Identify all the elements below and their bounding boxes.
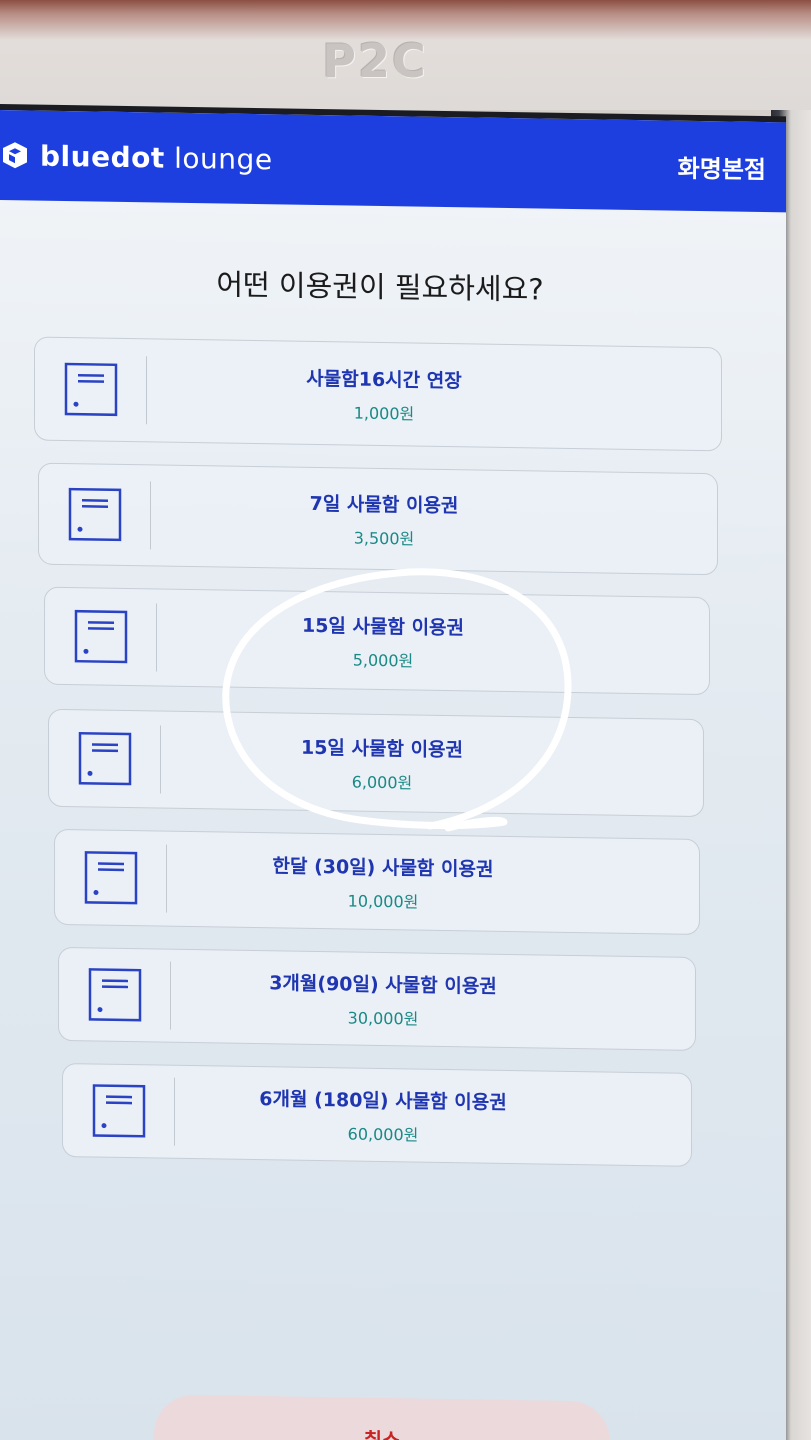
- ticket-option[interactable]: 15일 사물함 이용권 5,000원: [44, 586, 710, 696]
- device-brand-mark: P2C: [322, 34, 428, 88]
- ticket-option-title: 15일 사물함 이용권: [301, 614, 465, 639]
- locker-icon: [68, 487, 121, 542]
- ticket-option-text: 15일 사물함 이용권 6,000원: [161, 730, 703, 798]
- locker-icon: [64, 362, 117, 417]
- ticket-option[interactable]: 7일 사물함 이용권 3,500원: [38, 462, 718, 576]
- ticket-option-title: 15일 사물함 이용권: [300, 736, 464, 761]
- ticket-option[interactable]: 6개월 (180일) 사물함 이용권 60,000원: [62, 1062, 692, 1167]
- ticket-option-price: 30,000원: [347, 1007, 419, 1029]
- kiosk-screen: bluedot lounge 화명본점 어떤 이용권이 필요하세요? 사물함16…: [0, 104, 786, 1440]
- locker-icon: [78, 731, 131, 786]
- ticket-option[interactable]: 15일 사물함 이용권 6,000원: [48, 708, 704, 818]
- ticket-option-text: 7일 사물함 이용권 3,500원: [151, 486, 717, 554]
- locker-icon: [92, 1084, 145, 1138]
- ticket-option-text: 15일 사물함 이용권 5,000원: [157, 608, 709, 676]
- ticket-option-icon-wrap: [39, 479, 151, 550]
- ticket-option-icon-wrap: [35, 354, 147, 425]
- ticket-option-title: 한달 (30일) 사물함 이용권: [272, 854, 494, 881]
- ticket-option-price: 5,000원: [352, 650, 414, 670]
- ticket-option[interactable]: 사물함16시간 연장 1,000원: [34, 336, 722, 452]
- ticket-option-title: 3개월(90일) 사물함 이용권: [269, 971, 497, 998]
- ticket-option[interactable]: 3개월(90일) 사물함 이용권 30,000원: [58, 946, 696, 1051]
- ticket-option-price: 3,500원: [353, 528, 415, 549]
- ticket-option-icon-wrap: [49, 723, 161, 794]
- ticket-option-title: 7일 사물함 이용권: [309, 492, 459, 517]
- ticket-option-icon-wrap: [55, 842, 167, 913]
- ticket-option[interactable]: 한달 (30일) 사물함 이용권 10,000원: [54, 828, 700, 935]
- ticket-option-icon-wrap: [59, 959, 171, 1030]
- ticket-option-text: 6개월 (180일) 사물함 이용권 60,000원: [175, 1082, 691, 1149]
- ticket-option-text: 한달 (30일) 사물함 이용권 10,000원: [167, 849, 699, 916]
- ticket-option-icon-wrap: [63, 1075, 175, 1146]
- cancel-button[interactable]: 취소: [154, 1394, 610, 1440]
- ticket-option-price: 10,000원: [347, 890, 419, 912]
- ticket-option-price: 60,000원: [347, 1123, 419, 1145]
- ticket-option-price: 1,000원: [353, 403, 415, 424]
- locker-icon: [84, 851, 137, 905]
- ticket-option-text: 사물함16시간 연장 1,000원: [147, 361, 721, 429]
- ticket-option-icon-wrap: [45, 601, 157, 672]
- ticket-option-text: 3개월(90일) 사물함 이용권 30,000원: [171, 966, 695, 1033]
- locker-icon: [88, 968, 141, 1022]
- ticket-option-list: 사물함16시간 연장 1,000원 7일 사물함 이용권 3,500원 15일 …: [0, 110, 786, 1440]
- ticket-option-title: 사물함16시간 연장: [306, 367, 462, 392]
- ticket-option-title: 6개월 (180일) 사물함 이용권: [259, 1087, 507, 1114]
- kiosk-bezel: P2C: [0, 0, 811, 110]
- locker-icon: [74, 609, 127, 664]
- ticket-option-price: 6,000원: [351, 772, 413, 792]
